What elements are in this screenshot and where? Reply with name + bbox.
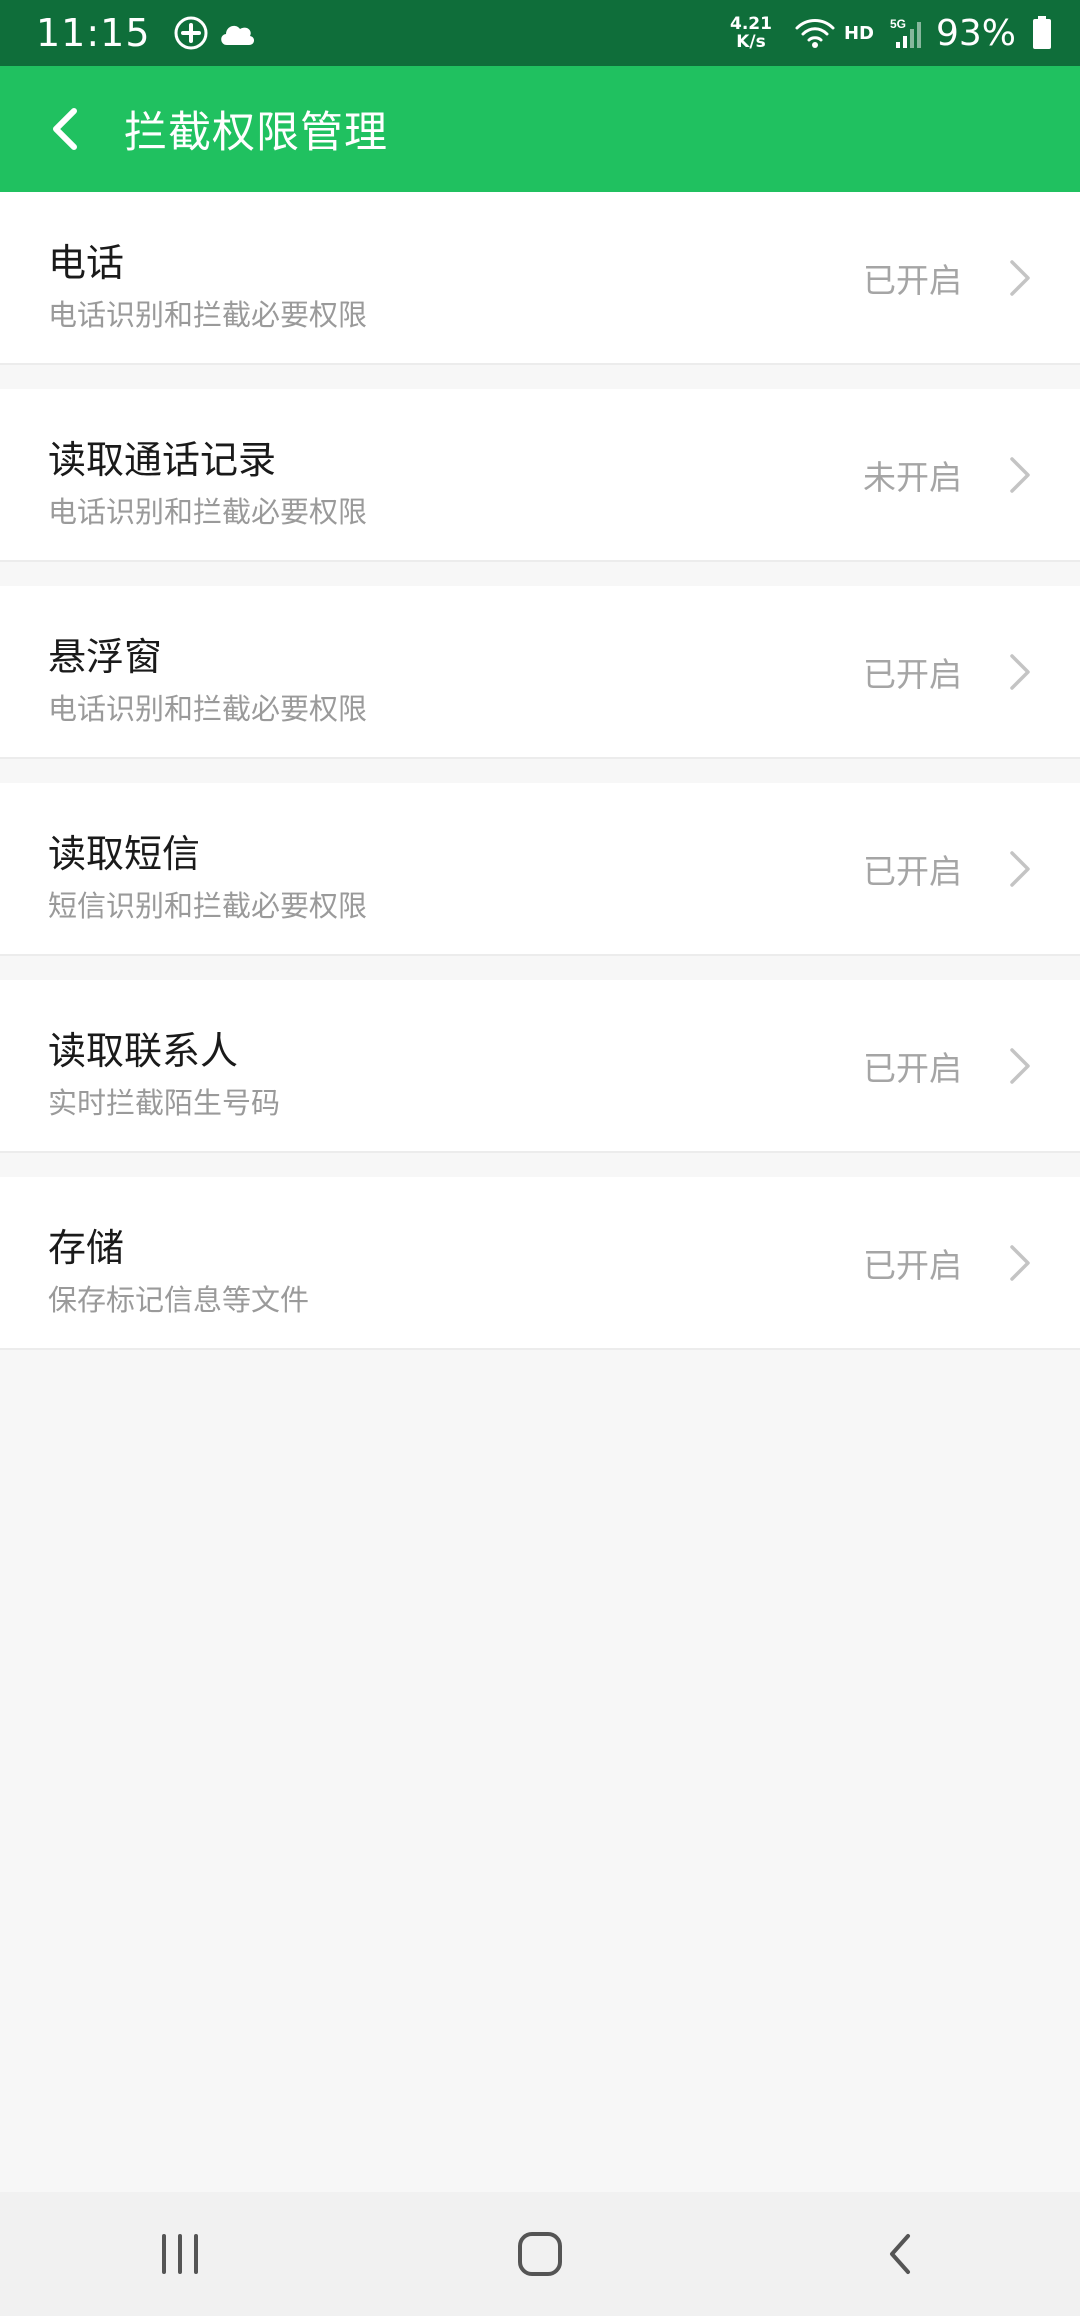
permission-status: 已开启 — [863, 655, 962, 694]
permission-title: 悬浮窗 — [48, 635, 163, 679]
recent-apps-icon — [162, 2234, 198, 2274]
chevron-right-icon — [1010, 457, 1030, 493]
permission-row-phone[interactable]: 电话 电话识别和拦截必要权限 已开启 — [0, 192, 1080, 365]
permission-title: 电话 — [48, 241, 125, 285]
back-button[interactable] — [36, 99, 96, 159]
wifi-icon — [794, 16, 836, 50]
home-button[interactable] — [480, 2204, 600, 2304]
permission-row-sms[interactable]: 读取短信 短信识别和拦截必要权限 已开启 — [0, 783, 1080, 956]
permission-title: 读取通话记录 — [48, 438, 277, 482]
permission-status: 已开启 — [863, 1246, 962, 1285]
chevron-right-icon — [1010, 1048, 1030, 1084]
page-title: 拦截权限管理 — [124, 108, 388, 158]
app-bar: 拦截权限管理 — [0, 66, 1080, 192]
hd-label: HD — [843, 22, 874, 44]
net-speed: 4.21 K/s — [730, 15, 772, 51]
permission-status: 已开启 — [863, 1049, 962, 1088]
home-icon — [518, 2232, 562, 2276]
permission-title: 存储 — [48, 1226, 125, 1270]
plus-circle-icon — [173, 15, 209, 51]
permission-row-storage[interactable]: 存储 保存标记信息等文件 已开启 — [0, 1177, 1080, 1350]
status-bar-left: 11:15 — [36, 11, 257, 55]
chevron-right-icon — [1010, 260, 1030, 296]
status-bar: 11:15 4.21 K/s HD 5G 93% — [0, 0, 1080, 66]
permission-subtitle: 实时拦截陌生号码 — [48, 1086, 281, 1120]
chevron-right-icon — [1010, 851, 1030, 887]
permission-row-call-log[interactable]: 读取通话记录 电话识别和拦截必要权限 未开启 — [0, 389, 1080, 562]
permission-subtitle: 电话识别和拦截必要权限 — [48, 298, 368, 332]
status-time: 11:15 — [36, 11, 151, 55]
permission-status: 未开启 — [863, 458, 962, 497]
permission-subtitle: 短信识别和拦截必要权限 — [48, 889, 368, 923]
svg-text:5G: 5G — [890, 17, 906, 31]
permission-title: 读取短信 — [48, 832, 201, 876]
back-nav-button[interactable] — [840, 2204, 960, 2304]
permission-status: 已开启 — [863, 852, 962, 891]
chevron-right-icon — [1010, 1245, 1030, 1281]
permission-subtitle: 电话识别和拦截必要权限 — [48, 495, 368, 529]
net-speed-value: 4.21 — [730, 14, 772, 34]
recent-apps-button[interactable] — [120, 2204, 240, 2304]
permission-status: 已开启 — [863, 261, 962, 300]
permission-row-contacts[interactable]: 读取联系人 实时拦截陌生号码 已开启 — [0, 980, 1080, 1153]
chevron-left-icon — [53, 108, 77, 150]
cloud-icon — [217, 17, 257, 49]
permission-list: 电话 电话识别和拦截必要权限 已开启 读取通话记录 电话识别和拦截必要权限 未开… — [0, 192, 1080, 1374]
battery-icon — [1032, 16, 1052, 50]
permission-row-floating-window[interactable]: 悬浮窗 电话识别和拦截必要权限 已开启 — [0, 586, 1080, 759]
chevron-right-icon — [1010, 654, 1030, 690]
status-bar-right: 4.21 K/s HD 5G 93% — [730, 13, 1052, 54]
net-speed-unit: K/s — [736, 32, 766, 52]
system-nav-bar — [0, 2192, 1080, 2316]
battery-percent: 93% — [935, 12, 1016, 54]
back-icon — [890, 2234, 910, 2274]
permission-title: 读取联系人 — [48, 1029, 239, 1073]
signal-5g-icon: 5G — [890, 16, 926, 50]
permission-subtitle: 保存标记信息等文件 — [48, 1283, 310, 1317]
permission-subtitle: 电话识别和拦截必要权限 — [48, 692, 368, 726]
